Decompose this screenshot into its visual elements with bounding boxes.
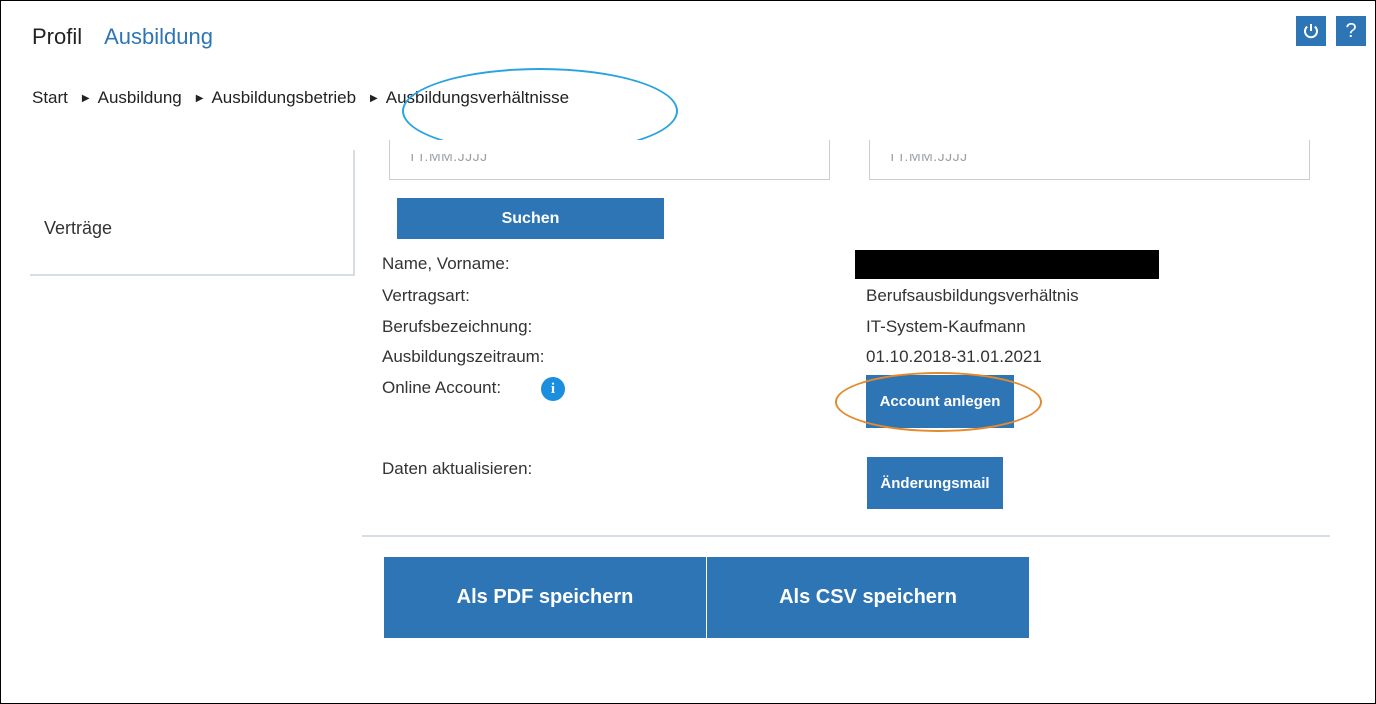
info-icon[interactable]: i <box>541 377 565 401</box>
breadcrumb-ausbildungsverhaeltnisse[interactable]: Ausbildungsverhältnisse <box>386 88 569 108</box>
sidebar-divider <box>30 274 355 276</box>
breadcrumb: Start ▶ Ausbildung ▶ Ausbildungsbetrieb … <box>32 88 569 108</box>
name-label: Name, Vorname: <box>382 254 510 273</box>
breadcrumb-ausbildung[interactable]: Ausbildung <box>98 88 182 108</box>
breadcrumb-separator-icon: ▶ <box>195 92 204 104</box>
breadcrumb-separator-icon: ▶ <box>81 92 90 104</box>
vertragsart-label: Vertragsart: <box>382 286 470 305</box>
breadcrumb-start[interactable]: Start <box>32 88 68 108</box>
save-pdf-button[interactable]: Als PDF speichern <box>384 557 706 638</box>
top-navigation: Profil Ausbildung <box>32 24 213 50</box>
nav-ausbildung[interactable]: Ausbildung <box>104 24 213 50</box>
sidebar-divider <box>353 150 355 276</box>
breadcrumb-ausbildungsbetrieb[interactable]: Ausbildungsbetrieb <box>211 88 356 108</box>
help-icon[interactable]: ? <box>1336 16 1366 46</box>
breadcrumb-separator-icon: ▶ <box>370 92 378 104</box>
ausbildungszeitraum-value: 01.10.2018-31.01.2021 <box>866 347 1042 366</box>
create-account-button[interactable]: Account anlegen <box>866 375 1014 428</box>
nav-profil[interactable]: Profil <box>32 24 82 50</box>
top-actions: ? <box>1296 16 1366 46</box>
redacted-name-value <box>855 250 1159 279</box>
change-mail-button[interactable]: Änderungsmail <box>867 457 1003 509</box>
section-divider <box>362 535 1330 537</box>
sidebar-item-vertraege[interactable]: Verträge <box>44 218 112 239</box>
search-button[interactable]: Suchen <box>397 198 664 239</box>
power-icon[interactable] <box>1296 16 1326 46</box>
berufsbezeichnung-label: Berufsbezeichnung: <box>382 317 533 336</box>
berufsbezeichnung-value: IT-System-Kaufmann <box>866 317 1026 336</box>
save-csv-button[interactable]: Als CSV speichern <box>707 557 1029 638</box>
vertragsart-value: Berufsausbildungsverhältnis <box>866 286 1079 305</box>
daten-aktualisieren-label: Daten aktualisieren: <box>382 459 533 478</box>
online-account-label: Online Account: <box>382 378 502 397</box>
ausbildungszeitraum-label: Ausbildungszeitraum: <box>382 347 545 366</box>
